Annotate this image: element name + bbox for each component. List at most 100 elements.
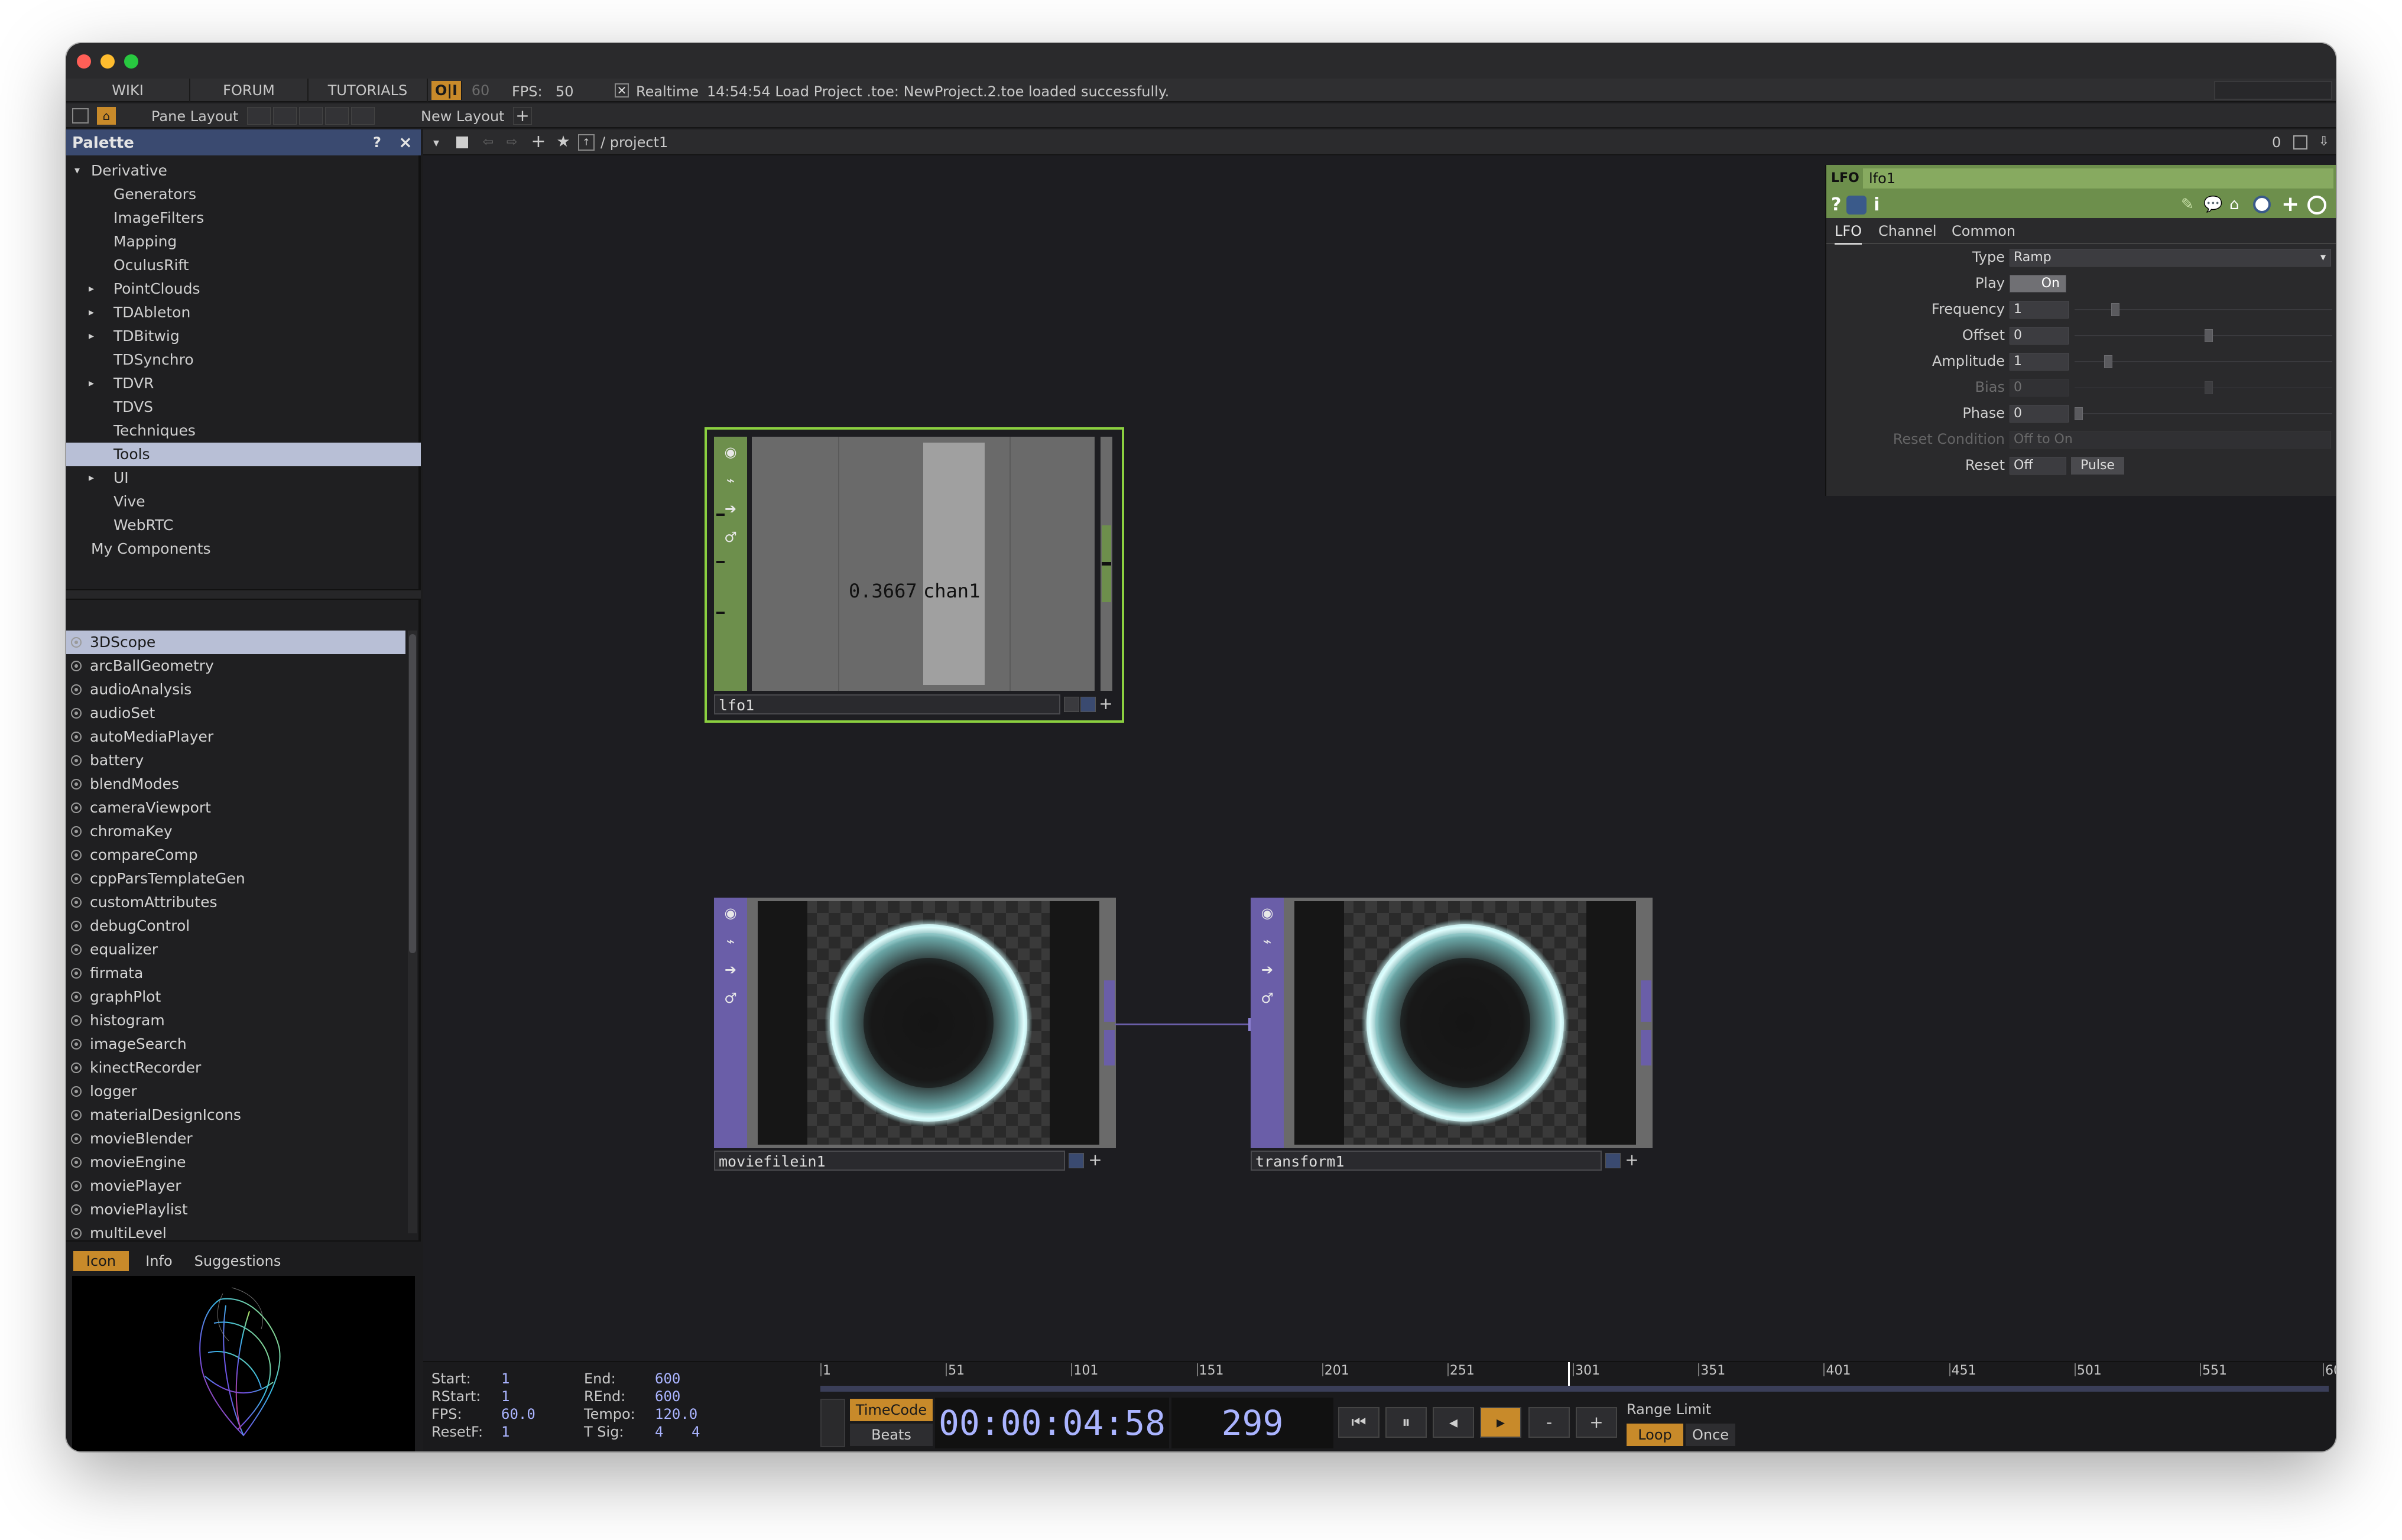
timeline-range-bar[interactable] <box>820 1386 2329 1392</box>
palette-help-button[interactable]: ? <box>365 132 389 153</box>
tsig-numerator[interactable]: 4 <box>655 1424 663 1440</box>
transform1-node[interactable]: ◉ ⌁ ➔ ♂ transform1 + <box>1251 898 1653 1181</box>
lfo1-node[interactable]: ◉ ⌁ ➔ ♂ 0.3667 chan1 lfo1 + <box>705 427 1124 723</box>
pane-menu-icon[interactable]: ▾ <box>429 135 443 150</box>
layout-quad-button[interactable] <box>351 107 375 125</box>
step-plus-button[interactable]: + <box>1576 1407 1617 1438</box>
palette-tree-item[interactable]: ImageFilters <box>66 206 421 230</box>
transform1-display-toggle[interactable] <box>1605 1153 1621 1168</box>
offset-slider[interactable] <box>2075 335 2332 336</box>
palette-tree-item[interactable]: Generators <box>66 183 421 206</box>
forum-button[interactable]: FORUM <box>190 79 309 102</box>
start-value[interactable]: 1 <box>501 1370 509 1387</box>
palette-list-item[interactable]: equalizer <box>66 938 405 961</box>
bypass-icon[interactable]: ⌁ <box>721 932 740 951</box>
info-icon[interactable]: i <box>1874 194 1880 215</box>
pulse-button[interactable]: Pulse <box>2071 457 2124 475</box>
once-button[interactable]: Once <box>1686 1424 1735 1446</box>
parent-network-icon[interactable]: ↑ <box>578 134 595 151</box>
palette-list-item[interactable]: kinectRecorder <box>66 1056 405 1080</box>
palette-list-item[interactable]: cameraViewport <box>66 796 405 820</box>
reset-toggle[interactable]: Off <box>2010 457 2066 475</box>
transform1-output-connector-2[interactable] <box>1641 1030 1651 1065</box>
pause-button[interactable]: ⏸ <box>1385 1407 1427 1438</box>
palette-list-item[interactable]: cppParsTemplateGen <box>66 867 405 891</box>
palette-list-item[interactable]: arcBallGeometry <box>66 654 405 678</box>
perform-mode-toggle[interactable]: O|I <box>431 81 462 100</box>
lock-icon[interactable]: ♂ <box>721 989 740 1008</box>
edit-icon[interactable]: ✎ <box>2181 196 2194 213</box>
resetf-value[interactable]: 1 <box>501 1424 509 1440</box>
frequency-field[interactable]: 1 <box>2010 301 2069 319</box>
palette-list-item[interactable]: histogram <box>66 1009 405 1032</box>
palette-list-item[interactable]: movieBlender <box>66 1127 405 1151</box>
minimize-window-button[interactable] <box>100 54 115 69</box>
tsig-denominator[interactable]: 4 <box>692 1424 700 1440</box>
palette-list-item[interactable]: materialDesignIcons <box>66 1103 405 1127</box>
step-back-button[interactable]: ◂ <box>1433 1407 1474 1438</box>
tab-info[interactable]: Info <box>138 1251 180 1271</box>
palette-tree-item[interactable]: Tools <box>66 443 421 466</box>
transform1-name[interactable]: transform1 <box>1251 1151 1602 1171</box>
expand-arrow-icon[interactable]: ▾ <box>74 159 80 183</box>
moviefilein1-node[interactable]: ◉ ⌁ ➔ ♂ moviefilein1 + <box>714 898 1116 1181</box>
collapse-arrow-icon[interactable]: ▸ <box>89 324 94 348</box>
tempo-value[interactable]: 120.0 <box>655 1406 697 1422</box>
palette-scrollbar[interactable] <box>408 631 417 1233</box>
palette-close-button[interactable]: × <box>394 132 417 153</box>
rstart-value[interactable]: 1 <box>501 1388 509 1405</box>
palette-tree-item[interactable]: ▸ TDBitwig <box>66 324 421 348</box>
play-toggle[interactable]: On <box>2010 275 2066 293</box>
lfo1-expand-icon[interactable]: + <box>1097 694 1115 714</box>
play-button[interactable]: ▸ <box>1480 1407 1521 1438</box>
palette-list-item[interactable]: debugControl <box>66 914 405 938</box>
layout-split-h-button[interactable] <box>299 107 323 125</box>
collapse-arrow-icon[interactable]: ▸ <box>89 372 94 395</box>
timeline-side-toggle[interactable] <box>820 1399 845 1447</box>
viewer-toggle-icon[interactable]: ◉ <box>721 443 740 462</box>
step-minus-button[interactable]: - <box>1528 1407 1570 1438</box>
new-layout-button[interactable]: New Layout <box>421 108 505 125</box>
lock-icon[interactable]: ♂ <box>1258 989 1277 1008</box>
tab-channel[interactable]: Channel <box>1878 223 1937 239</box>
transform1-output-connector[interactable] <box>1641 980 1651 1022</box>
bookmark-star-icon[interactable]: ★ <box>554 133 572 151</box>
close-window-button[interactable] <box>77 54 91 69</box>
palette-tree-item[interactable]: WebRTC <box>66 514 421 537</box>
palette-list-item[interactable]: graphPlot <box>66 985 405 1009</box>
search-box[interactable] <box>2214 81 2332 100</box>
forward-icon[interactable]: ⇨ <box>504 134 520 151</box>
phase-field[interactable]: 0 <box>2010 405 2069 423</box>
collapse-arrow-icon[interactable]: ▸ <box>89 277 94 301</box>
palette-tree-item[interactable]: ▾ Derivative <box>66 159 421 183</box>
collapse-arrow-icon[interactable]: ▸ <box>89 466 94 490</box>
back-icon[interactable]: ⇦ <box>480 134 496 151</box>
layout-split-v-button[interactable] <box>273 107 297 125</box>
palette-divider[interactable] <box>66 589 421 600</box>
palette-tree-item[interactable]: Mapping <box>66 230 421 254</box>
add-layout-button[interactable]: + <box>513 107 532 125</box>
frame-display[interactable]: 299 <box>1171 1398 1333 1448</box>
moviefilein1-display-toggle[interactable] <box>1069 1153 1084 1168</box>
palette-list-item[interactable]: movieEngine <box>66 1151 405 1174</box>
add-param-icon[interactable]: + <box>2281 192 2299 216</box>
offset-field[interactable]: 0 <box>2010 327 2069 345</box>
transform1-expand-icon[interactable]: + <box>1623 1151 1641 1171</box>
python-help-icon[interactable] <box>1846 196 1867 215</box>
display-flag-icon[interactable]: ➔ <box>721 960 740 979</box>
tag-icon[interactable]: ⌂ <box>2229 196 2239 213</box>
amplitude-field[interactable]: 1 <box>2010 353 2069 371</box>
palette-list-item[interactable]: battery <box>66 749 405 772</box>
display-flag-icon[interactable]: ➔ <box>1258 960 1277 979</box>
tab-lfo[interactable]: LFO <box>1835 223 1862 245</box>
frequency-slider-knob[interactable] <box>2111 303 2119 316</box>
offset-slider-knob[interactable] <box>2205 329 2213 342</box>
wiki-button[interactable]: WIKI <box>66 79 190 102</box>
lfo1-display-toggle[interactable] <box>1080 697 1096 712</box>
palette-list-item[interactable]: logger <box>66 1080 405 1103</box>
palette-tree-item[interactable]: My Components <box>66 537 421 561</box>
bypass-icon[interactable]: ⌁ <box>721 471 740 490</box>
palette-list-item[interactable]: blendModes <box>66 772 405 796</box>
end-value[interactable]: 600 <box>655 1370 680 1387</box>
palette-tree-item[interactable]: ▸ TDVR <box>66 372 421 395</box>
